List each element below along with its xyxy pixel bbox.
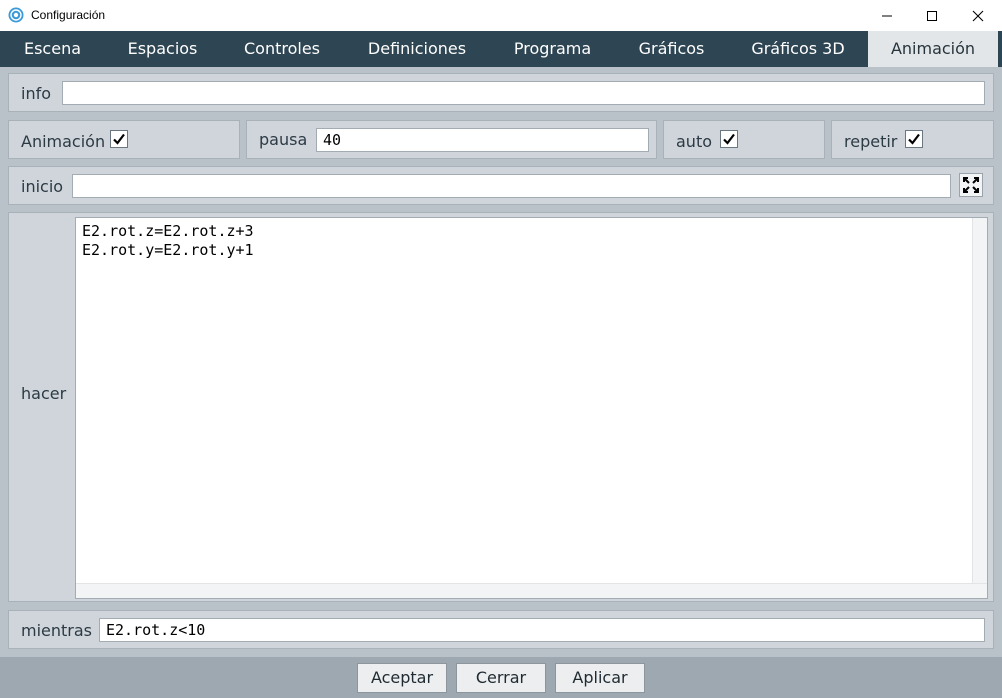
vertical-scrollbar[interactable]: [972, 218, 987, 584]
mientras-label: mientras: [21, 621, 93, 640]
tab-animacion[interactable]: Animación: [868, 31, 998, 67]
auto-checkbox[interactable]: [720, 130, 738, 148]
auto-label: auto: [676, 132, 713, 151]
checkmark-icon: [723, 133, 735, 145]
pausa-group: pausa 40: [246, 120, 657, 159]
maximize-icon: [927, 10, 937, 21]
horizontal-scrollbar[interactable]: [76, 583, 987, 598]
tab-graficos[interactable]: Gráficos: [615, 31, 728, 67]
repetir-label: repetir: [844, 132, 898, 151]
pausa-input[interactable]: 40: [316, 128, 649, 152]
mientras-input[interactable]: E2.rot.z<10: [99, 618, 985, 642]
minimize-icon: [882, 15, 892, 16]
close-icon: [972, 10, 984, 21]
inicio-row: inicio: [8, 166, 994, 205]
minimize-button[interactable]: [864, 0, 910, 31]
inicio-input[interactable]: [72, 174, 951, 198]
auto-group: auto: [663, 120, 825, 159]
code-line: E2.rot.z=E2.rot.z+3: [82, 222, 254, 240]
expand-arrows-icon: [963, 177, 979, 193]
tab-definiciones[interactable]: Definiciones: [344, 31, 490, 67]
app-logo-icon: [8, 7, 24, 23]
info-input[interactable]: [62, 81, 985, 105]
title-bar: Configuración: [0, 0, 1002, 32]
tab-controles[interactable]: Controles: [220, 31, 344, 67]
animacion-label: Animación: [21, 132, 106, 151]
hacer-block: hacer E2.rot.z=E2.rot.z+3 E2.rot.y=E2.ro…: [8, 212, 994, 602]
tab-espacios[interactable]: Espacios: [105, 31, 220, 67]
window-title: Configuración: [31, 8, 106, 22]
expand-editor-button[interactable]: [959, 173, 983, 197]
animacion-group: Animación: [8, 120, 240, 159]
hacer-label: hacer: [21, 384, 67, 403]
inicio-label: inicio: [21, 177, 64, 196]
tab-escena[interactable]: Escena: [0, 31, 105, 67]
repetir-checkbox[interactable]: [905, 130, 923, 148]
hacer-textarea[interactable]: E2.rot.z=E2.rot.z+3 E2.rot.y=E2.rot.y+1: [75, 217, 988, 599]
checkmark-icon: [908, 133, 920, 145]
animation-settings-panel: info Animación pausa 40 auto repetir ini…: [0, 67, 1002, 657]
cerrar-button[interactable]: Cerrar: [456, 663, 546, 693]
tab-programa[interactable]: Programa: [490, 31, 615, 67]
aceptar-button[interactable]: Aceptar: [357, 663, 447, 693]
aplicar-button[interactable]: Aplicar: [555, 663, 645, 693]
pausa-label: pausa: [259, 130, 308, 149]
code-line: E2.rot.y=E2.rot.y+1: [82, 241, 254, 259]
tab-graficos-3d[interactable]: Gráficos 3D: [728, 31, 868, 67]
info-row: info: [8, 73, 994, 112]
repetir-group: repetir: [831, 120, 994, 159]
mientras-row: mientras E2.rot.z<10: [8, 610, 994, 649]
close-button[interactable]: [955, 0, 1001, 31]
maximize-button[interactable]: [909, 0, 955, 31]
tab-bar: Escena Espacios Controles Definiciones P…: [0, 31, 1002, 67]
dialog-footer: Aceptar Cerrar Aplicar: [0, 657, 1002, 698]
info-label: info: [21, 84, 52, 103]
animacion-checkbox[interactable]: [110, 130, 128, 148]
checkmark-icon: [113, 133, 125, 145]
